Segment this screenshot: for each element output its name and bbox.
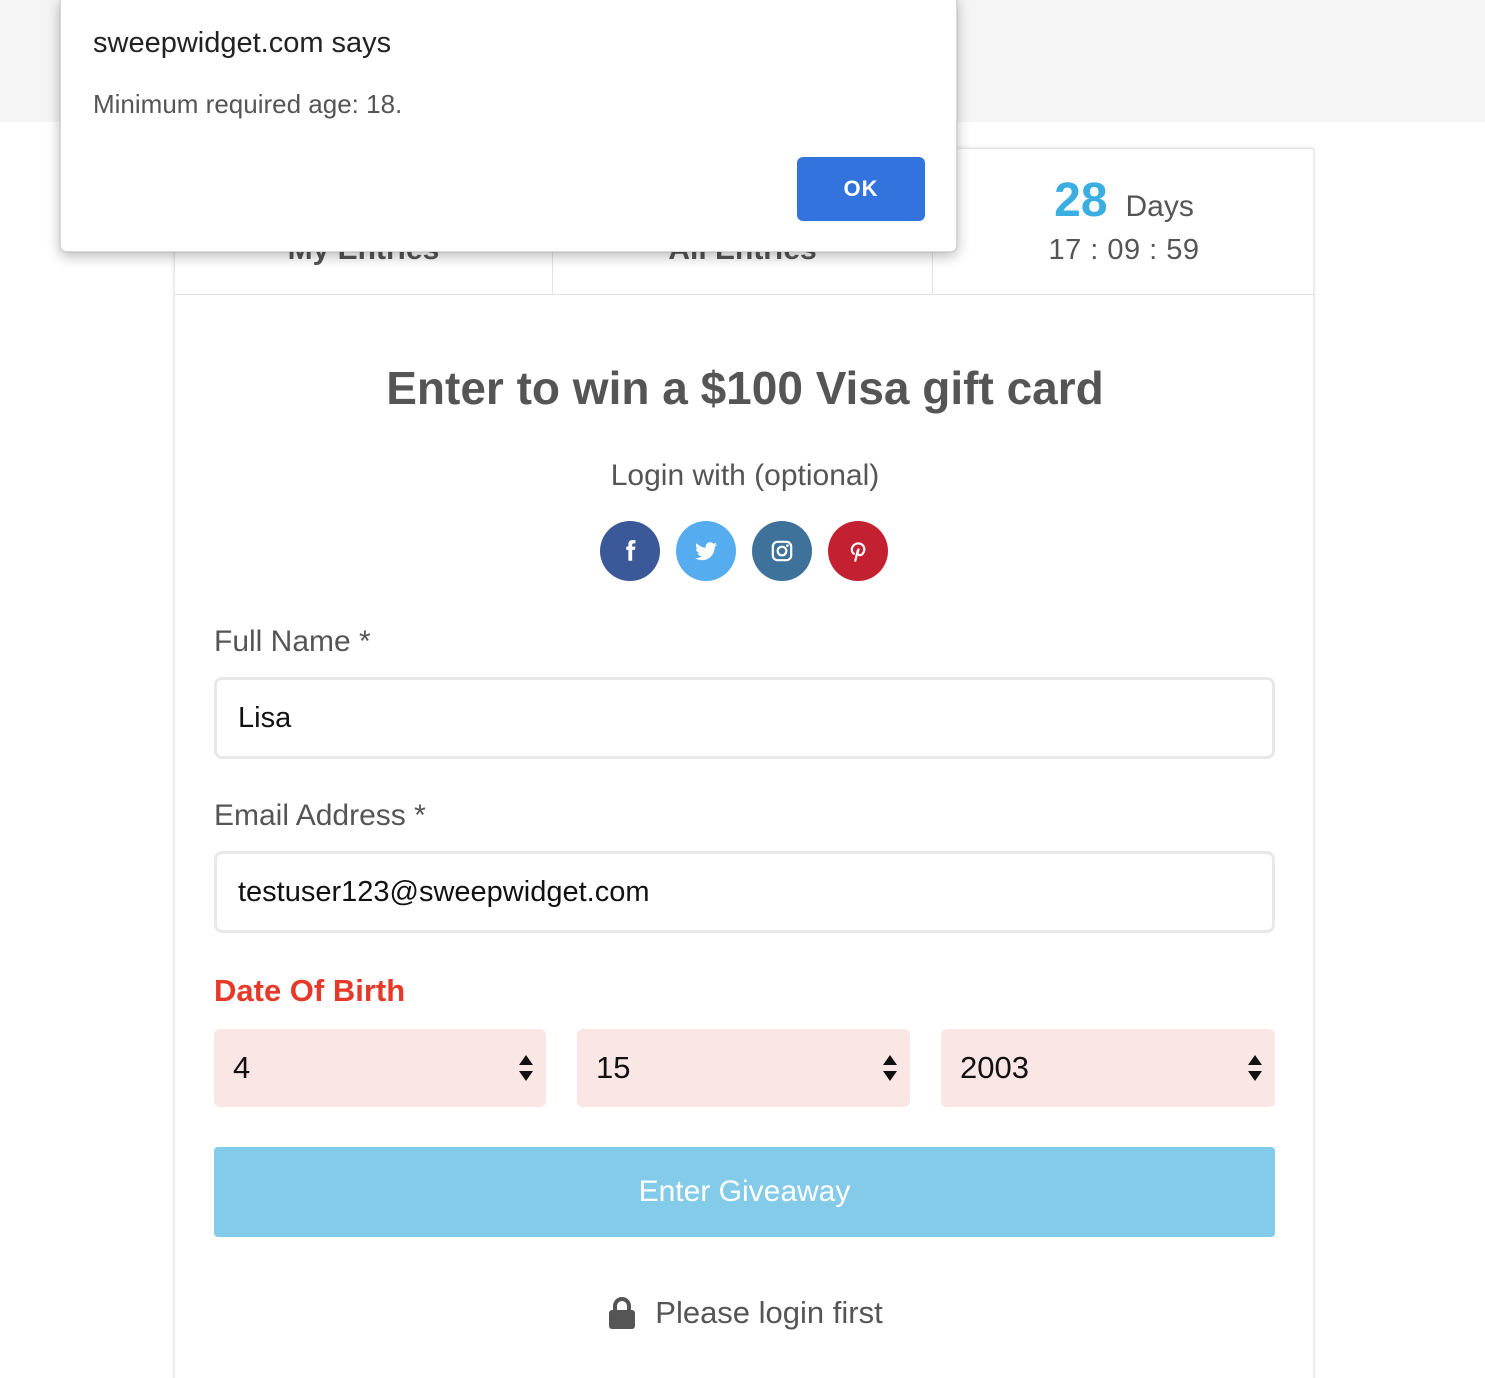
countdown-timer: 28 Days 17 : 09 : 59	[933, 149, 1315, 295]
dob-day-value: 15	[596, 1050, 631, 1085]
facebook-icon	[626, 540, 636, 561]
alert-dialog: sweepwidget.com says Minimum required ag…	[60, 0, 957, 252]
pinterest-login-button[interactable]	[828, 521, 888, 581]
dob-year-value: 2003	[960, 1050, 1029, 1085]
twitter-login-button[interactable]	[676, 521, 736, 581]
login-notice: Please login first	[175, 1295, 1315, 1331]
giveaway-title: Enter to win a $100 Visa gift card	[386, 362, 1104, 414]
dob-year-select[interactable]: 2003	[941, 1029, 1275, 1107]
countdown-days: 28 Days	[1054, 173, 1194, 228]
enter-giveaway-button[interactable]: Enter Giveaway	[214, 1147, 1275, 1237]
giveaway-widget: My Entries All Entries 28 Days 17 : 09 :…	[174, 148, 1315, 1378]
select-arrows-icon	[519, 1055, 533, 1081]
full-name-input[interactable]	[214, 677, 1275, 759]
dob-month-value: 4	[233, 1050, 251, 1085]
social-login-buttons	[600, 521, 888, 581]
email-input[interactable]	[214, 851, 1275, 933]
dob-label: Date Of Birth	[214, 973, 406, 1008]
pinterest-icon	[850, 542, 866, 562]
login-with-label: Login with (optional)	[610, 459, 880, 492]
email-label: Email Address *	[214, 799, 426, 832]
dob-day-select[interactable]: 15	[577, 1029, 910, 1107]
lock-icon	[609, 1297, 636, 1329]
ok-button[interactable]: OK	[797, 157, 925, 221]
dob-month-select[interactable]: 4	[214, 1029, 546, 1107]
instagram-login-button[interactable]	[752, 521, 812, 581]
select-arrows-icon	[1248, 1055, 1262, 1081]
full-name-label: Full Name *	[214, 625, 371, 658]
login-notice-text: Please login first	[655, 1295, 883, 1330]
dialog-title: sweepwidget.com says	[93, 27, 392, 59]
countdown-days-number: 28	[1054, 174, 1108, 227]
countdown-days-label: Days	[1125, 190, 1194, 223]
instagram-icon	[771, 540, 793, 562]
countdown-time: 17 : 09 : 59	[1048, 234, 1200, 266]
twitter-icon	[695, 542, 717, 561]
select-arrows-icon	[883, 1055, 897, 1081]
dialog-message: Minimum required age: 18.	[93, 89, 403, 119]
facebook-login-button[interactable]	[600, 521, 660, 581]
